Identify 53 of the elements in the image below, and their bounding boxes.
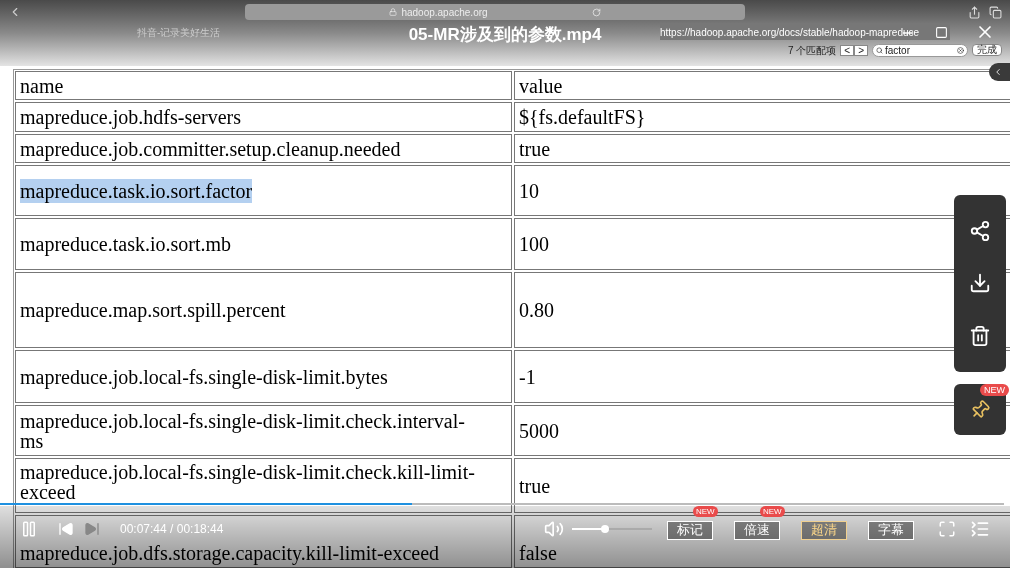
table-cell: mapreduce.job.local-fs.single-disk-limit.check.kill-limit-exceed <box>20 462 475 502</box>
table-cell: mapreduce.job.committer.setup.cleanup.needed <box>20 138 401 159</box>
column-header: name <box>15 71 512 100</box>
match-count: 7 个匹配项 <box>787 43 837 58</box>
previous-match-button[interactable]: < <box>840 44 855 56</box>
table-cell: mapreduce.job.local-fs.single-disk-limit.bytes <box>20 366 388 387</box>
player-option-button[interactable]: 标记 <box>667 520 713 540</box>
table-cell: true <box>519 138 551 159</box>
share-icon[interactable] <box>969 220 991 243</box>
new-badge: NEW <box>693 506 718 517</box>
table-cell: 5000 <box>519 420 559 441</box>
player-option-button[interactable]: 超清 <box>801 520 847 540</box>
find-field[interactable]: factor <box>872 43 968 57</box>
new-badge: NEW <box>760 506 785 517</box>
table-cell: 10 <box>519 180 539 201</box>
table-cell: mapreduce.task.io.sort.mb <box>20 234 232 254</box>
table-cell-text: mapreduce.job.local-fs.single-disk-limit.check.interval-ms <box>20 410 466 451</box>
search-icon <box>876 46 883 54</box>
volume-thumb[interactable] <box>600 525 609 533</box>
done-button[interactable]: 完成 <box>972 44 1002 56</box>
volume-icon[interactable] <box>544 519 564 539</box>
pin-button[interactable]: NEW <box>954 384 1006 435</box>
table-cell: mapreduce.task.io.sort.factor <box>20 178 253 203</box>
column-header: value <box>514 71 1010 100</box>
address-bar[interactable]: hadoop.apache.org <box>245 4 745 20</box>
table-cell: false <box>519 543 557 563</box>
lock-icon <box>389 8 398 16</box>
delete-icon[interactable] <box>969 324 991 347</box>
download-icon[interactable] <box>969 272 991 295</box>
tabs-icon[interactable] <box>989 5 1002 19</box>
table-cell: 100 <box>519 234 549 254</box>
table-cell: true <box>519 475 551 496</box>
browser-tab[interactable]: https://hadoop.apache.org/docs/stable/hadoop-mapreduce <box>660 24 950 40</box>
next-icon[interactable] <box>84 521 100 537</box>
playlist-icon[interactable] <box>970 519 990 539</box>
table-cell: mapreduce.job.hdfs-servers <box>20 107 242 127</box>
share-icon[interactable] <box>968 5 981 19</box>
table-cell: 0.80 <box>519 300 554 320</box>
table-cell: mapreduce.job.dfs.storage.capacity.kill-limit-exceed <box>20 543 440 563</box>
player-option-button[interactable]: 倍速 <box>734 520 780 540</box>
table-cell: ${fs.defaultFS} <box>519 107 646 127</box>
chevron-icon <box>993 67 1003 77</box>
table-cell: -1 <box>519 366 536 387</box>
time-display: 00:07:44 / 00:18:44 <box>120 521 224 538</box>
new-badge: NEW <box>980 384 1009 396</box>
player-option-button[interactable]: 字幕 <box>868 520 914 540</box>
maximize-icon[interactable] <box>935 26 948 39</box>
pause-icon[interactable] <box>20 520 38 538</box>
next-match-button[interactable]: > <box>854 44 868 56</box>
collapse-handle[interactable] <box>989 63 1010 81</box>
fullscreen-icon[interactable] <box>938 520 956 538</box>
table-cell: mapreduce.map.sort.spill.percent <box>20 300 286 320</box>
clear-icon[interactable] <box>957 46 964 54</box>
